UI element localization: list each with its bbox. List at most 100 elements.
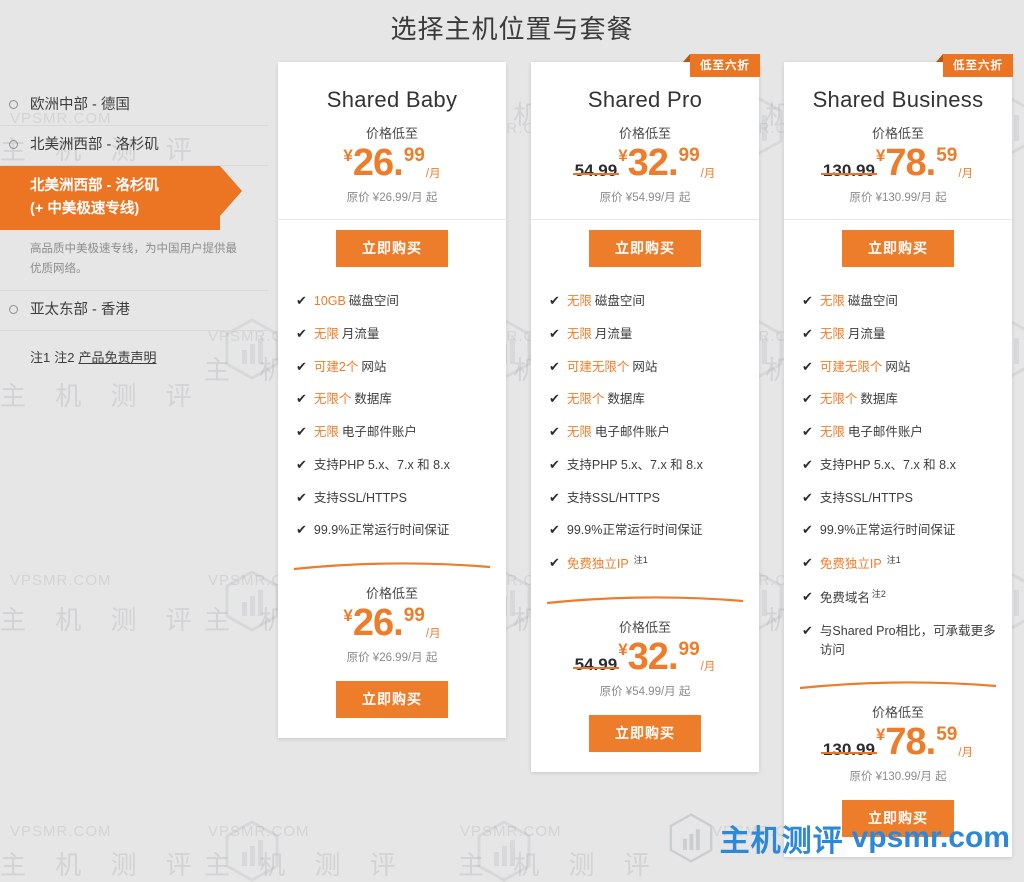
feature-text: 无限 电子邮件账户 (313, 425, 417, 439)
feature-highlight: 无限 (566, 425, 592, 439)
check-icon: ✔ (802, 522, 813, 538)
location-selected-box[interactable]: 北美洲西部 - 洛杉矶 (+ 中美极速专线) (0, 166, 220, 230)
feature-item: ✔ 可建无限个 网站 (531, 351, 759, 384)
header-price-row: 130.99 ¥78. 59/月 (790, 144, 1006, 184)
feature-text: 支持PHP 5.x、7.x 和 8.x (313, 457, 450, 472)
footer-buy-now-button[interactable]: 立即购买 (336, 681, 448, 718)
header-price-decimal-point: . (925, 142, 937, 184)
feature-text: 无限 磁盘空间 (566, 294, 645, 308)
feature-text: 免费独立IP 注1 (567, 554, 648, 574)
footer-price-block: 价格低至 54.99 ¥32. 99/月 原价 ¥54.99/月 起 (537, 611, 753, 713)
sidebar-item-location-0[interactable]: 欧洲中部 - 德国 (0, 86, 268, 127)
feature-highlight: 免费独立IP (819, 557, 882, 572)
header-old-price: 130.99 (820, 162, 877, 184)
feature-highlight: 无限 (819, 425, 845, 439)
check-icon: ✔ (802, 293, 813, 308)
feature-item: ✔ 与Shared Pro相比，可承载更多访问 (784, 615, 1012, 667)
check-icon: ✔ (802, 555, 813, 570)
buy-button-wrapper: 立即购买 (784, 219, 1012, 285)
feature-text: 支持PHP 5.x、7.x 和 8.x (819, 457, 956, 472)
feature-note-ref[interactable]: 注1 (634, 555, 648, 565)
footer-currency-symbol: ¥ (875, 725, 886, 745)
pricing-card[interactable]: 低至六折 Shared Pro 价格低至 54.99 ¥32. 99/月 原价 ¥54.99… (531, 54, 760, 772)
radio-button[interactable] (9, 100, 18, 109)
feature-note-ref[interactable]: 注1 (887, 555, 901, 565)
buy-now-button[interactable]: 立即购买 (336, 230, 448, 267)
feature-highlight: 无限 (313, 326, 339, 341)
watermark-text: VPSMR.COM (10, 572, 112, 589)
footer-price-decimal-point: . (393, 602, 404, 644)
footer-price-decimal-point: . (925, 721, 937, 764)
feature-item: ✔ 99.9%正常运行时间保证 (278, 514, 506, 547)
header-price-period: /月 (425, 167, 441, 180)
footer-currency-symbol: ¥ (618, 639, 628, 659)
radio-button[interactable] (9, 305, 18, 315)
buy-now-button[interactable]: 立即购买 (589, 230, 701, 267)
header-price-fraction: 59 (936, 145, 958, 166)
feature-list: ✔ 无限 磁盘空间 ✔ 无限 月流量 ✔ 可建无限个 网站 ✔ 无限个 数据库 ✔ 无限 电子邮件账户 ✔ 支持… (784, 285, 1012, 672)
header-original-price-note: 原价 ¥54.99/月 起 (599, 192, 691, 204)
footer-currency-symbol: ¥ (343, 606, 353, 625)
feature-item: ✔ 免费独立IP 注1 (784, 547, 1012, 581)
check-icon: ✔ (802, 424, 813, 439)
footer-price-caption: 价格低至 (871, 705, 924, 721)
pricing-card[interactable]: 低至六折 Shared Business 价格低至 130.99 ¥78. 59/月 原价 … (784, 54, 1013, 858)
feature-item: ✔ 支持SSL/HTTPS (531, 482, 759, 515)
feature-item: ✔ 无限 电子邮件账户 (784, 416, 1012, 449)
feature-highlight: 无限个 (566, 392, 605, 407)
watermark-text-cn: 主 机 测 评 (204, 850, 407, 880)
buy-now-button[interactable]: 立即购买 (842, 230, 954, 267)
feature-item: ✔ 无限个 数据库 (278, 383, 506, 416)
pricing-card[interactable]: Shared Baby 价格低至 ¥26. 99/月 原价 ¥26.99/月 起立即购买… (278, 62, 506, 738)
header-price-row: 54.99 ¥32. 99/月 (537, 144, 753, 184)
feature-item: ✔ 无限 月流量 (531, 318, 759, 351)
feature-text: 可建无限个 网站 (566, 359, 658, 374)
location-description: 高品质中美极速专线，为中国用户提供最优质网络。 (0, 230, 268, 292)
footer-original-price-note: 原价 ¥130.99/月 起 (849, 771, 947, 784)
location-label: 亚太东部 - 香港 (30, 302, 130, 319)
footer-original-price-note: 原价 ¥26.99/月 起 (346, 652, 438, 664)
header-price-caption: 价格低至 (871, 126, 924, 141)
buy-button-wrapper: 立即购买 (531, 219, 759, 285)
feature-highlight: 可建无限个 (566, 359, 630, 374)
footer-buy-now-button[interactable]: 立即购买 (589, 714, 701, 752)
check-icon: ✔ (802, 489, 813, 505)
radio-button[interactable] (9, 140, 18, 150)
sidebar-item-location-2[interactable]: 北美洲西部 - 洛杉矶 (+ 中美极速专线) (0, 166, 268, 230)
feature-text: 无限 电子邮件账户 (819, 425, 923, 439)
check-icon: ✔ (802, 391, 813, 407)
section-divider (531, 587, 759, 607)
disclaimer-link[interactable]: 产品免责声明 (78, 350, 156, 365)
feature-item: ✔ 无限个 数据库 (784, 383, 1012, 416)
check-icon: ✔ (549, 456, 560, 472)
sidebar-item-location-1[interactable]: 北美洲西部 - 洛杉矶 (0, 126, 268, 167)
check-icon: ✔ (549, 555, 560, 570)
sidebar-item-location-3[interactable]: 亚太东部 - 香港 (0, 291, 268, 332)
header-price-decimal-point: . (667, 142, 679, 184)
location-label: 北美洲西部 - 洛杉矶 (30, 137, 159, 154)
location-label-line2: (+ 中美极速专线) (30, 200, 140, 217)
feature-note-ref[interactable]: 注2 (872, 589, 886, 599)
feature-highlight: 10GB (313, 294, 346, 308)
footer-price-fraction: 59 (936, 724, 958, 746)
footer-price-row: 54.99 ¥32. 99/月 (543, 638, 747, 678)
discount-badge: 低至六折 (936, 54, 1013, 77)
note-2-link[interactable]: 注2 (54, 350, 74, 365)
footer-price-block: 价格低至 ¥26. 99/月 原价 ¥26.99/月 起 (284, 577, 500, 679)
header-price-integer: 32 (627, 142, 669, 184)
brand-name-cn: 主机测评 (719, 825, 844, 858)
feature-item: ✔ 99.9%正常运行时间保证 (531, 514, 759, 547)
feature-item: ✔ 支持PHP 5.x、7.x 和 8.x (278, 449, 506, 482)
footer-price-fraction: 99 (678, 638, 700, 660)
check-icon: ✔ (549, 293, 560, 308)
footer-price-decimal-point: . (667, 635, 679, 678)
check-icon: ✔ (296, 424, 307, 439)
note-1-link[interactable]: 注1 (30, 350, 50, 365)
feature-item: ✔ 无限 磁盘空间 (784, 285, 1012, 318)
radio-button-selected[interactable] (9, 179, 19, 190)
feature-highlight: 无限 (313, 425, 339, 439)
feature-item: ✔ 免费独立IP 注1 (531, 547, 759, 581)
footer-buy-button-wrapper: 立即购买 (284, 679, 500, 736)
feature-text: 无限 磁盘空间 (819, 294, 898, 308)
header-price-integer: 78 (885, 142, 926, 184)
